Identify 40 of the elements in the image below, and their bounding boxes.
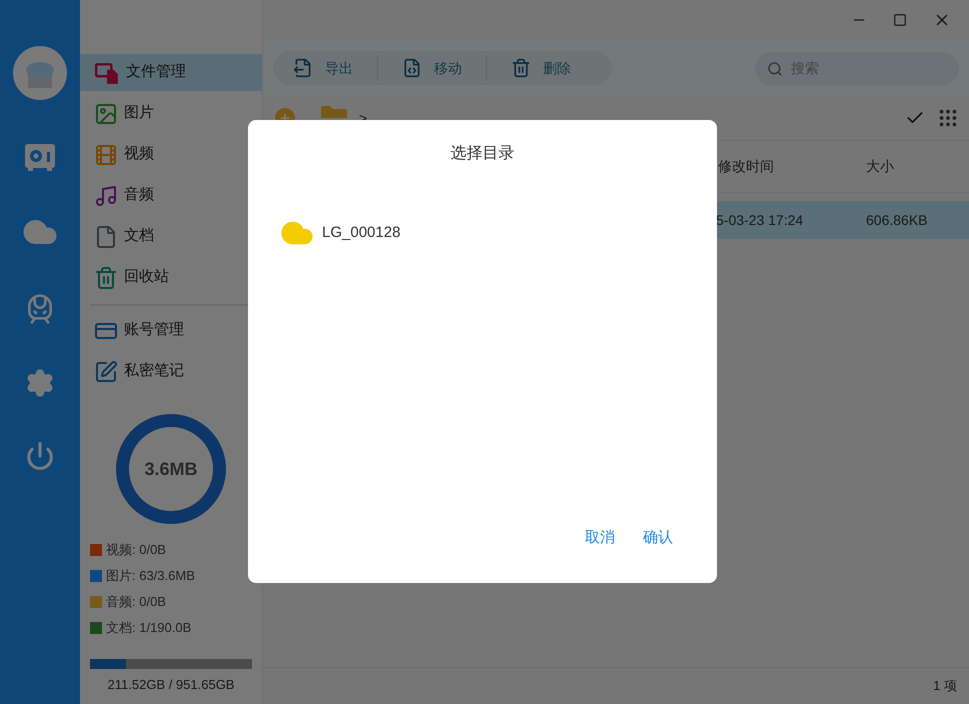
sidebar-item[interactable]: 账号管理 <box>80 312 262 349</box>
power-icon[interactable] <box>25 441 55 471</box>
table-cell-text: 5-03-23 17:24 <box>716 210 804 230</box>
document-icon <box>94 224 118 248</box>
item-count: 1 项 <box>933 677 957 696</box>
film-icon <box>94 142 118 166</box>
maximize-icon[interactable] <box>893 13 907 27</box>
legend-label: 音频: 0/0B <box>106 592 166 611</box>
toolbar-button[interactable]: 删除 <box>486 55 595 81</box>
disk-usage: 211.52GB / 951.65GB <box>106 676 236 694</box>
grid-icon[interactable] <box>937 107 959 129</box>
search-icon <box>767 60 783 76</box>
edit-icon <box>94 360 118 384</box>
dialog-button[interactable]: 确认 <box>635 522 681 553</box>
sidebar-item[interactable]: 私密笔记 <box>80 353 262 390</box>
safe-icon[interactable] <box>24 143 56 171</box>
table-cell-text: 606.86KB <box>865 210 928 230</box>
export-icon <box>293 58 313 78</box>
dialog-title: 选择目录 <box>450 144 516 164</box>
sidebar-item[interactable]: 音频 <box>80 177 262 214</box>
sidebar-item[interactable]: 文件管理 <box>80 54 262 91</box>
trash-icon <box>94 266 118 290</box>
usage-total: 3.6MB <box>144 458 198 480</box>
trash-icon <box>511 58 531 78</box>
legend-label: 图片: 63/3.6MB <box>106 566 195 585</box>
column-header[interactable]: 大小 <box>863 156 969 177</box>
legend-label: 文档: 1/190.0B <box>106 618 192 637</box>
image-icon <box>94 102 118 126</box>
legend-label: 视频: 0/0B <box>106 540 166 559</box>
dialog-button[interactable]: 取消 <box>577 522 623 553</box>
sidebar-item[interactable]: 视频 <box>80 136 262 173</box>
sidebar-item[interactable]: 图片 <box>80 95 262 132</box>
sidebar-item[interactable]: 回收站 <box>80 259 262 296</box>
folder-icon <box>321 106 347 118</box>
column-header[interactable]: 修改时间 <box>716 156 863 177</box>
music-icon <box>94 184 118 208</box>
toolbar-button[interactable]: 移动 <box>377 55 486 81</box>
toolbar-button[interactable]: 导出 <box>293 55 377 81</box>
code-file-icon <box>402 58 422 78</box>
app-logo-icon <box>13 46 67 100</box>
